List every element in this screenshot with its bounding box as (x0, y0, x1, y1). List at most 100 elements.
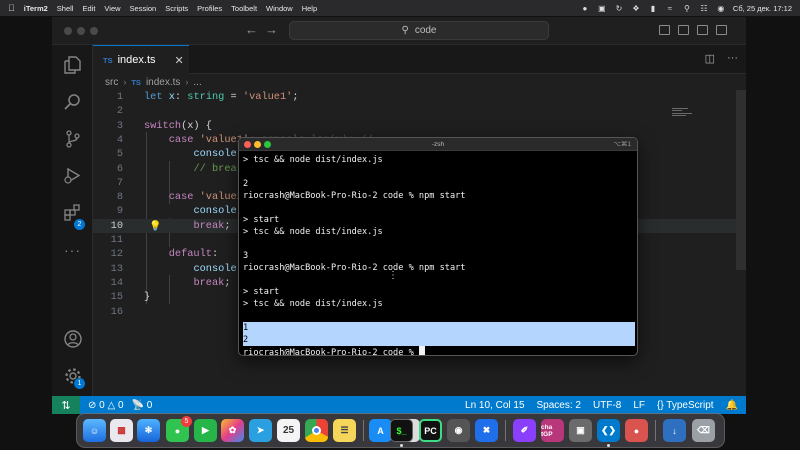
breadcrumb-folder[interactable]: src (105, 77, 118, 88)
breadcrumb-symbol[interactable]: ... (193, 77, 201, 88)
window-close-button[interactable] (64, 27, 72, 35)
indentation-status[interactable]: Spaces: 2 (537, 400, 581, 411)
menu-help[interactable]: Help (302, 4, 317, 13)
tab-index-ts[interactable]: TS index.ts ✕ (93, 45, 189, 74)
iterm2-icon[interactable]: $_ (390, 419, 413, 442)
wifi-icon[interactable]: ≈ (665, 4, 675, 13)
terminal-window[interactable]: -zsh ⌥⌘1 > tsc && node dist/index.js 2 rio… (238, 137, 638, 356)
spotlight-search-icon[interactable]: ⚲ (682, 4, 692, 13)
toggle-secondary-sidebar-icon[interactable] (697, 25, 708, 35)
menu-session[interactable]: Session (130, 4, 157, 13)
menu-bar-clock[interactable]: Сб, 25 дек. 17:12 (733, 4, 792, 13)
toggle-panel-icon[interactable] (678, 25, 689, 35)
text-cursor-icon: ⋮ (388, 270, 398, 281)
preview-icon[interactable]: ▣ (569, 419, 592, 442)
close-tab-icon[interactable]: ✕ (175, 54, 184, 67)
code-line: 2 (116, 105, 123, 118)
more-actions-icon[interactable]: ··· (727, 52, 738, 65)
terminal-close-button[interactable] (244, 141, 251, 148)
control-center-icon[interactable]: ☷ (699, 4, 709, 13)
recorder-icon[interactable]: ● (625, 419, 648, 442)
remote-indicator-icon[interactable]: ⇅ (52, 396, 80, 414)
photos-icon[interactable]: ✿ (221, 419, 244, 442)
customize-layout-icon[interactable] (716, 25, 727, 35)
eol-status[interactable]: LF (633, 400, 645, 411)
terminal-line: riocrash@MacBook-Pro-Rio-2 code % npm st… (243, 263, 466, 273)
disk-utility-icon[interactable]: ◉ (447, 419, 470, 442)
terminal-line: 3 (243, 251, 249, 261)
menu-shell[interactable]: Shell (57, 4, 74, 13)
terminal-line: riocrash@MacBook-Pro-Rio-2 code % npm st… (243, 191, 466, 201)
ports-status[interactable]: 📡 0 (132, 400, 153, 411)
launchpad-icon[interactable]: ▩ (110, 419, 133, 442)
menu-edit[interactable]: Edit (82, 4, 95, 13)
safari-icon[interactable]: ✼ (137, 419, 160, 442)
terminal-zoom-button[interactable] (264, 141, 271, 148)
menu-app-iterm2[interactable]: iTerm2 (24, 4, 48, 13)
vscode-icon[interactable]: ❮❯ (597, 419, 620, 442)
vsto-icon[interactable]: ✖ (475, 419, 498, 442)
accounts-icon[interactable] (62, 328, 83, 349)
status-camera-icon[interactable]: ▣ (597, 4, 607, 13)
window-zoom-button[interactable] (90, 27, 98, 35)
terminal-line: 2 (243, 179, 249, 189)
editor-scrollbar[interactable] (736, 90, 746, 270)
status-bar: ⇅ ⊘ 0 △ 0 📡 0 Ln 10, Col 15 Spaces: 2 UT… (52, 396, 746, 414)
chrome-icon[interactable] (305, 419, 328, 442)
source-control-icon[interactable] (62, 128, 83, 149)
breadcrumb: src › TS index.ts › ... (93, 74, 746, 90)
terminal-titlebar: -zsh ⌥⌘1 (239, 138, 637, 151)
window-minimize-button[interactable] (77, 27, 85, 35)
command-center-search[interactable]: ⚲ code (289, 21, 549, 40)
status-record-icon[interactable]: ● (580, 4, 590, 13)
notifications-bell-icon[interactable]: 🔔 (726, 400, 738, 411)
terminal-minimize-button[interactable] (254, 141, 261, 148)
finder-icon[interactable]: ☺ (83, 419, 106, 442)
language-mode[interactable]: {} TypeScript (657, 400, 714, 411)
toggle-sidebar-icon[interactable] (659, 25, 670, 35)
menu-view[interactable]: View (104, 4, 120, 13)
menu-scripts[interactable]: Scripts (165, 4, 188, 13)
status-sync-icon[interactable]: ↻ (614, 4, 624, 13)
running-indicator (400, 444, 403, 447)
screenshot-tool-icon[interactable]: ✐ (513, 419, 536, 442)
menu-profiles[interactable]: Profiles (197, 4, 222, 13)
status-battery-icon[interactable]: ▮ (648, 4, 658, 13)
minimap[interactable] (672, 106, 694, 122)
menu-bar:  iTerm2 Shell Edit View Session Scripts… (0, 0, 800, 16)
app-store-icon[interactable]: A (369, 419, 392, 442)
run-debug-icon[interactable] (62, 165, 83, 186)
lightbulb-icon[interactable]: 💡 (149, 221, 161, 232)
typescript-file-icon: TS (103, 55, 113, 65)
cursor-position[interactable]: Ln 10, Col 15 (465, 400, 525, 411)
siri-icon[interactable]: ◉ (716, 4, 726, 13)
notes-icon[interactable]: ☰ (333, 419, 356, 442)
chevron-right-icon: › (185, 77, 189, 87)
encoding-status[interactable]: UTF-8 (593, 400, 621, 411)
more-views-icon[interactable]: ··· (62, 239, 83, 260)
trash-icon[interactable]: ⌫ (692, 419, 715, 442)
go-back-arrow-icon[interactable]: ← (245, 22, 258, 37)
telegram-icon[interactable]: ➤ (249, 419, 272, 442)
code-line: 1 let x: string = 'value1'; (116, 91, 299, 103)
problems-status[interactable]: ⊘ 0 △ 0 (88, 400, 124, 411)
dock: ☺ ▩ ✼ ● 5 ▶ ✿ ➤ 25 ☰ A ⚙ $_ PC ◉ ✖ ✐ cha… (76, 413, 725, 448)
status-dropbox-icon[interactable]: ❖ (631, 4, 641, 13)
breadcrumb-file[interactable]: index.ts (146, 77, 180, 88)
code-line: 3 switch(x) { (116, 119, 212, 132)
downloads-folder-icon[interactable]: ↓ (663, 419, 686, 442)
search-icon[interactable] (62, 91, 83, 112)
explorer-icon[interactable] (62, 54, 83, 75)
calendar-icon[interactable]: 25 (277, 419, 300, 442)
pycharm-icon[interactable]: PC (419, 419, 442, 442)
chevron-right-icon: › (123, 77, 127, 87)
menu-toolbelt[interactable]: Toolbelt (231, 4, 257, 13)
menu-window[interactable]: Window (266, 4, 293, 13)
go-forward-arrow-icon[interactable]: → (265, 22, 278, 37)
split-editor-icon[interactable]: ◫ (705, 52, 715, 65)
apple-menu-icon[interactable]:  (8, 3, 15, 13)
chatgpt-icon[interactable]: cha tGP (541, 419, 564, 442)
facetime-icon[interactable]: ▶ (194, 419, 217, 442)
terminal-line: > tsc && node dist/index.js (243, 227, 383, 237)
